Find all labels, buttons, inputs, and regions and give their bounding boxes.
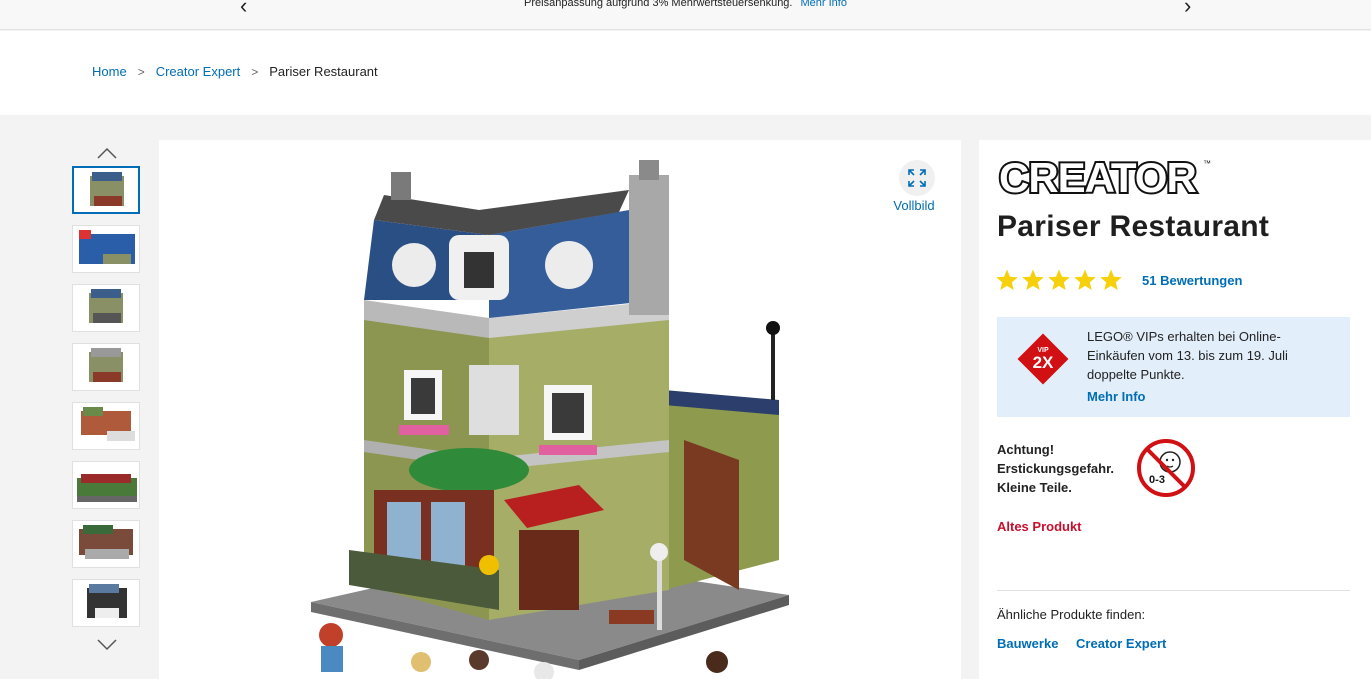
breadcrumb-separator-icon: > (137, 64, 145, 79)
breadcrumb-separator-icon: > (251, 64, 259, 79)
fullscreen-button[interactable]: Vollbild (893, 160, 939, 213)
star-icon (1074, 269, 1096, 290)
thumbnail-3[interactable] (72, 284, 140, 332)
banner-text: Preisanpassung aufgrund 3% Mehrwertsteue… (524, 0, 793, 9)
creator-logo: CREATOR ™ (997, 152, 1211, 203)
rating-stars (995, 268, 1125, 292)
star-icon (1100, 269, 1122, 290)
breadcrumb-current: Pariser Restaurant (269, 64, 378, 79)
svg-text:™: ™ (1203, 159, 1211, 168)
creator-logo-text: CREATOR (999, 156, 1196, 198)
vip-promo-text: LEGO® VIPs erhalten bei Online-Einkäufen… (1087, 329, 1288, 382)
banner-message: Preisanpassung aufgrund 3% Mehrwertsteue… (0, 0, 1371, 9)
tag-creator-expert-link[interactable]: Creator Expert (1076, 636, 1166, 651)
product-info-panel: CREATOR ™ Pariser Restaurant 51 Bewertun… (979, 140, 1371, 679)
thumbnail-down-chevron-down-icon[interactable] (72, 632, 142, 658)
product-status: Altes Produkt (997, 519, 1082, 534)
fullscreen-label: Vollbild (893, 198, 935, 213)
vip-2x-badge-icon: VIP 2X (1015, 331, 1071, 392)
product-main-image[interactable]: Vollbild (159, 140, 961, 679)
tag-bauwerke-link[interactable]: Bauwerke (997, 636, 1058, 651)
vip-more-info-link[interactable]: Mehr Info (1087, 389, 1146, 404)
thumbnail-1[interactable] (72, 166, 140, 214)
breadcrumb: Home > Creator Expert > Pariser Restaura… (92, 64, 378, 79)
thumbnail-8[interactable] (72, 579, 140, 627)
similar-tags: Bauwerke Creator Expert (997, 636, 1180, 651)
star-icon (1048, 269, 1070, 290)
thumbnail-2[interactable] (72, 225, 140, 273)
thumbnail-7[interactable] (72, 520, 140, 568)
banner-next-chevron-right-icon[interactable]: › (1184, 0, 1191, 17)
banner-more-info-link[interactable]: Mehr Info (800, 0, 846, 9)
warning-line-2: Erstickungsgefahr. (997, 461, 1115, 476)
divider (997, 590, 1350, 591)
similar-products-label: Ähnliche Produkte finden: (997, 607, 1146, 622)
thumbnail-5[interactable] (72, 402, 140, 450)
svg-text:0-3: 0-3 (1149, 474, 1165, 486)
warning-line-3: Kleine Teile. (997, 480, 1072, 495)
svg-text:2X: 2X (1033, 353, 1054, 372)
thumbnail-list (72, 140, 142, 658)
fullscreen-icon (899, 160, 935, 196)
choking-warning: Achtung! Erstickungsgefahr. Kleine Teile… (997, 440, 1127, 497)
thumbnail-6[interactable] (72, 461, 140, 509)
reviews-link[interactable]: 51 Bewertungen (1142, 273, 1242, 288)
breadcrumb-category-link[interactable]: Creator Expert (156, 64, 241, 79)
star-icon (1022, 269, 1044, 290)
breadcrumb-bar: Home > Creator Expert > Pariser Restaura… (0, 31, 1371, 115)
thumbnail-up-chevron-up-icon[interactable] (72, 140, 142, 166)
promo-banner: ‹ Preisanpassung aufgrund 3% Mehrwertste… (0, 0, 1371, 30)
star-icon (996, 269, 1018, 290)
thumbnail-4[interactable] (72, 343, 140, 391)
no-small-parts-icon: 0-3 (1136, 438, 1196, 503)
vip-promo-box: VIP 2X LEGO® VIPs erhalten bei Online-Ei… (997, 317, 1350, 417)
product-image-illustration (311, 160, 789, 679)
warning-line-1: Achtung! (997, 442, 1055, 457)
breadcrumb-home-link[interactable]: Home (92, 64, 127, 79)
product-title: Pariser Restaurant (997, 210, 1270, 243)
